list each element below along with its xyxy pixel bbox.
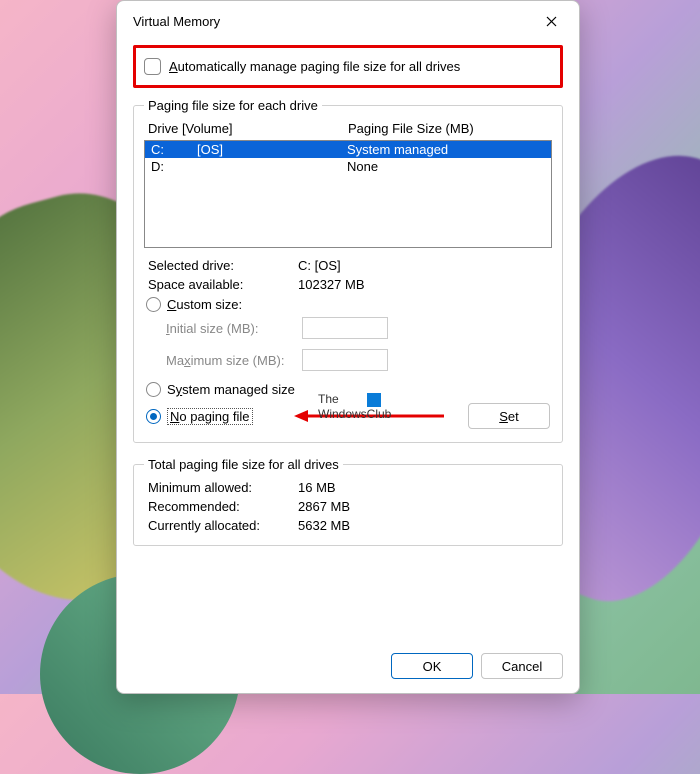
dialog-footer: OK Cancel bbox=[117, 643, 579, 693]
initial-size-row: Initial size (MB): bbox=[144, 315, 552, 341]
maximum-size-input[interactable] bbox=[302, 349, 388, 371]
initial-size-input[interactable] bbox=[302, 317, 388, 339]
drive-row[interactable]: C: [OS] System managed bbox=[145, 141, 551, 158]
drive-list[interactable]: C: [OS] System managed D: None bbox=[144, 140, 552, 248]
custom-size-radio[interactable] bbox=[146, 297, 161, 312]
close-button[interactable] bbox=[535, 9, 567, 33]
titlebar: Virtual Memory bbox=[117, 1, 579, 41]
virtual-memory-dialog: Virtual Memory Automatically manage pagi… bbox=[116, 0, 580, 694]
drive-fieldset: Paging file size for each drive Drive [V… bbox=[133, 98, 563, 443]
header-drive: Drive [Volume] bbox=[148, 121, 348, 136]
close-icon bbox=[546, 16, 557, 27]
no-paging-label: No paging file bbox=[167, 408, 253, 425]
ok-button[interactable]: OK bbox=[391, 653, 473, 679]
drive-legend: Paging file size for each drive bbox=[144, 98, 322, 113]
custom-size-label: Custom size: bbox=[167, 297, 242, 312]
set-button[interactable]: Set bbox=[468, 403, 550, 429]
selected-drive-row: Selected drive: C: [OS] bbox=[144, 256, 552, 275]
cancel-button[interactable]: Cancel bbox=[481, 653, 563, 679]
system-managed-label: System managed size bbox=[167, 382, 295, 397]
totals-legend: Total paging file size for all drives bbox=[144, 457, 343, 472]
initial-size-label: Initial size (MB): bbox=[166, 321, 296, 336]
window-title: Virtual Memory bbox=[133, 14, 220, 29]
auto-manage-highlight: Automatically manage paging file size fo… bbox=[133, 45, 563, 88]
system-managed-radio[interactable] bbox=[146, 382, 161, 397]
currently-allocated-row: Currently allocated: 5632 MB bbox=[144, 516, 552, 535]
header-size: Paging File Size (MB) bbox=[348, 121, 474, 136]
maximum-size-row: Maximum size (MB): bbox=[144, 347, 552, 373]
custom-size-radio-row: Custom size: bbox=[144, 294, 552, 315]
drive-list-header: Drive [Volume] Paging File Size (MB) bbox=[144, 119, 552, 140]
arrow-annotation-icon bbox=[294, 408, 444, 424]
auto-manage-checkbox[interactable] bbox=[144, 58, 161, 75]
no-paging-radio-row: No paging file Set bbox=[144, 400, 552, 432]
no-paging-radio[interactable] bbox=[146, 409, 161, 424]
space-available-row: Space available: 102327 MB bbox=[144, 275, 552, 294]
min-allowed-row: Minimum allowed: 16 MB bbox=[144, 478, 552, 497]
recommended-row: Recommended: 2867 MB bbox=[144, 497, 552, 516]
auto-manage-label: Automatically manage paging file size fo… bbox=[169, 59, 460, 74]
maximum-size-label: Maximum size (MB): bbox=[166, 353, 296, 368]
system-managed-radio-row: System managed size bbox=[144, 379, 552, 400]
totals-fieldset: Total paging file size for all drives Mi… bbox=[133, 457, 563, 546]
drive-row[interactable]: D: None bbox=[145, 158, 551, 175]
